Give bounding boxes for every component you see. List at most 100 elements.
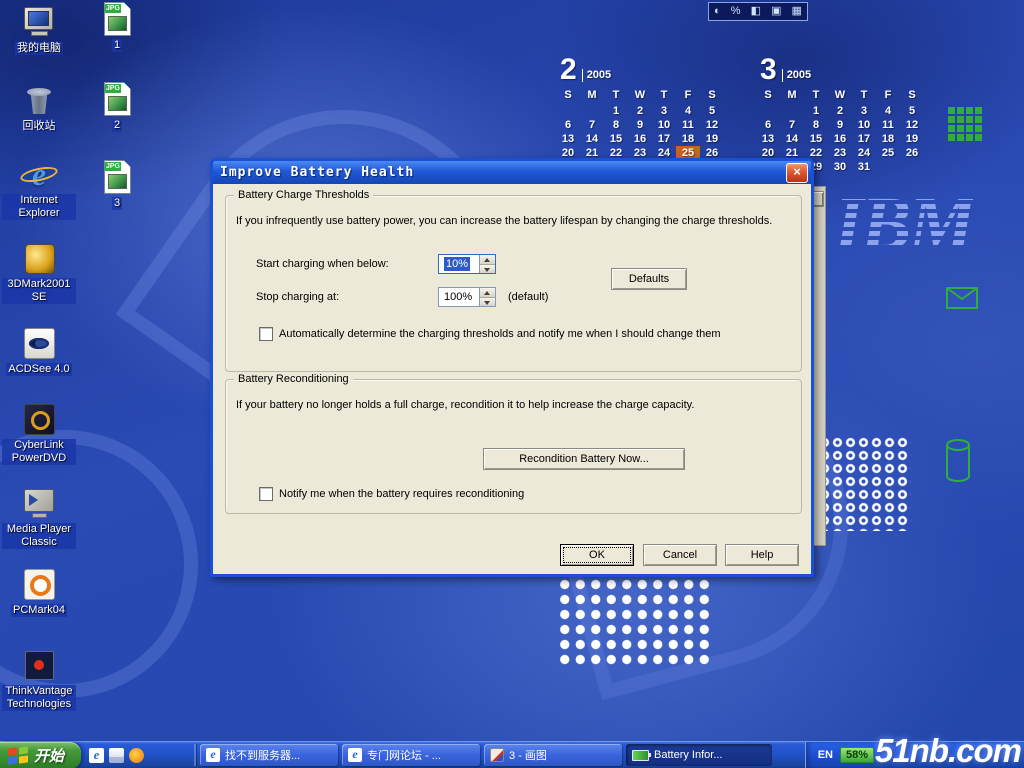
desktop-icon-pcmark04[interactable]: PCMark04 xyxy=(2,567,76,617)
desktop-icon-acdsee[interactable]: ACDSee 4.0 xyxy=(2,326,76,376)
defaults-button[interactable]: Defaults xyxy=(611,268,687,290)
powerdvd-icon xyxy=(22,402,56,436)
media-player-classic-icon xyxy=(22,486,56,520)
taskbar-task-battery-information[interactable]: Battery Infor... xyxy=(626,744,772,766)
quicklaunch-media-icon[interactable] xyxy=(129,748,144,763)
calendar-year: 2005 xyxy=(782,69,811,82)
desktop-icon-jpg-2[interactable]: JPG 2 xyxy=(80,82,154,132)
percent-icon[interactable]: % xyxy=(731,4,741,19)
checkbox-icon[interactable] xyxy=(259,487,273,501)
quicklaunch-ie-icon[interactable]: e xyxy=(89,748,104,763)
jpg-file-icon: JPG xyxy=(100,2,134,36)
calendar-date: 2 xyxy=(628,104,652,118)
help-button[interactable]: Help xyxy=(725,544,799,566)
spinner-down-icon[interactable] xyxy=(480,298,495,307)
desktop-icon-recycle-bin[interactable]: 回收站 xyxy=(2,83,76,133)
calendar-date: 9 xyxy=(628,118,652,132)
grid-decoration-icon xyxy=(948,107,955,114)
windows-flag-icon xyxy=(8,747,28,764)
stop-charging-spinner[interactable]: 100% xyxy=(438,287,496,307)
acdsee-icon xyxy=(22,326,56,360)
calendar-day-header: F xyxy=(876,89,900,104)
calendar-date: 9 xyxy=(828,118,852,132)
desktop-icon-label: 3 xyxy=(112,197,122,210)
improve-battery-health-dialog: Improve Battery Health × Battery Charge … xyxy=(210,158,814,577)
desktop-icon-thinkvantage[interactable]: ThinkVantage Technologies xyxy=(2,648,76,711)
calendar-date: 12 xyxy=(700,118,724,132)
calendar-day-header: T xyxy=(652,89,676,104)
desktop-icon-media-player-classic[interactable]: Media Player Classic xyxy=(2,486,76,549)
desktop-icon-jpg-3[interactable]: JPG 3 xyxy=(80,160,154,210)
auto-determine-checkbox[interactable]: Automatically determine the charging thr… xyxy=(259,327,779,341)
dialog-title-bar[interactable]: Improve Battery Health × xyxy=(213,161,811,184)
my-computer-icon xyxy=(22,5,56,39)
clock-icon[interactable]: ◐ xyxy=(714,4,721,19)
keyboard-icon[interactable]: ▦ xyxy=(792,4,802,19)
pen-icon[interactable]: ◧ xyxy=(751,4,761,19)
spinner-down-icon[interactable] xyxy=(480,265,495,274)
calendar-date: 23 xyxy=(828,146,852,160)
desktop-icon-label: Media Player Classic xyxy=(2,523,76,549)
start-charging-spinner[interactable]: 10% xyxy=(438,254,496,274)
paint-icon xyxy=(490,748,504,762)
stop-charging-label: Stop charging at: xyxy=(256,291,339,304)
calendar-date: 5 xyxy=(700,104,724,118)
thinkvantage-icon xyxy=(22,648,56,682)
desktop-icon-internet-explorer[interactable]: e Internet Explorer xyxy=(2,157,76,220)
watermark: 51nb.com xyxy=(875,732,1021,768)
checkbox-icon[interactable] xyxy=(259,327,273,341)
ie-page-icon: e xyxy=(348,748,362,762)
utility-toolbar[interactable]: ◐ % ◧ ▣ ▦ xyxy=(708,2,808,21)
calendar-date: 11 xyxy=(676,118,700,132)
spinner-up-icon[interactable] xyxy=(480,255,495,265)
desktop-icon-label: PCMark04 xyxy=(11,604,67,617)
calendar-date xyxy=(900,160,924,174)
start-button-label: 开始 xyxy=(34,745,64,766)
start-button[interactable]: 开始 xyxy=(0,742,81,768)
cancel-button[interactable]: Cancel xyxy=(643,544,717,566)
desktop-icon-label: 2 xyxy=(112,119,122,132)
desktop-icon-label: Internet Explorer xyxy=(2,194,76,220)
checkbox-label: Notify me when the battery requires reco… xyxy=(279,488,524,501)
desktop-icon-label: 回收站 xyxy=(21,120,58,133)
notify-reconditioning-checkbox[interactable]: Notify me when the battery requires reco… xyxy=(259,487,779,501)
battery-reconditioning-group: Battery Reconditioning If your battery n… xyxy=(225,379,802,514)
taskbar-task-server-not-found[interactable]: e 找不到服务器... xyxy=(200,744,338,766)
calendar-date: 2 xyxy=(828,104,852,118)
ok-button[interactable]: OK xyxy=(560,544,634,566)
desktop-icon-3dmark2001[interactable]: 3DMark2001 SE xyxy=(2,241,76,304)
language-indicator[interactable]: EN xyxy=(818,749,833,761)
notes-icon[interactable]: ▣ xyxy=(771,4,781,19)
calendar-date: 6 xyxy=(756,118,780,132)
calendar-date: 15 xyxy=(604,132,628,146)
spinner-up-icon[interactable] xyxy=(480,288,495,298)
calendar-date: 4 xyxy=(676,104,700,118)
recycle-bin-icon xyxy=(22,83,56,117)
calendar-day-header: F xyxy=(676,89,700,104)
calendar-date: 24 xyxy=(852,146,876,160)
desktop-icon-powerdvd[interactable]: CyberLink PowerDVD xyxy=(2,402,76,465)
dialog-body: Battery Charge Thresholds If you infrequ… xyxy=(213,184,811,574)
battery-indicator[interactable]: 58% xyxy=(840,747,874,763)
desktop-icon-jpg-1[interactable]: JPG 1 xyxy=(80,2,154,52)
desktop-icon-my-computer[interactable]: 我的电脑 xyxy=(2,5,76,55)
calendar-date: 13 xyxy=(756,132,780,146)
recondition-battery-button[interactable]: Recondition Battery Now... xyxy=(483,448,685,470)
taskbar-task-paint[interactable]: 3 - 画图 xyxy=(484,744,622,766)
calendar-day-header: W xyxy=(628,89,652,104)
calendar-date: 1 xyxy=(804,104,828,118)
group-description: If your battery no longer holds a full c… xyxy=(236,398,787,412)
calendar-date xyxy=(780,104,804,118)
calendar-date xyxy=(556,104,580,118)
calendar-day-header: S xyxy=(756,89,780,104)
quicklaunch-mail-icon[interactable] xyxy=(109,748,124,763)
calendar-february: 2 2005 SMTWTFS12345678910111213141516171… xyxy=(556,54,728,160)
dialog-title: Improve Battery Health xyxy=(220,165,786,180)
calendar-date: 6 xyxy=(556,118,580,132)
dot-ring-pattern xyxy=(818,436,911,531)
calendar-day-header: T xyxy=(604,89,628,104)
close-icon[interactable]: × xyxy=(786,163,808,183)
default-note: (default) xyxy=(508,291,548,304)
taskbar-task-forum[interactable]: e 专门网论坛 - ... xyxy=(342,744,480,766)
desktop-icon-label: ACDSee 4.0 xyxy=(6,363,71,376)
